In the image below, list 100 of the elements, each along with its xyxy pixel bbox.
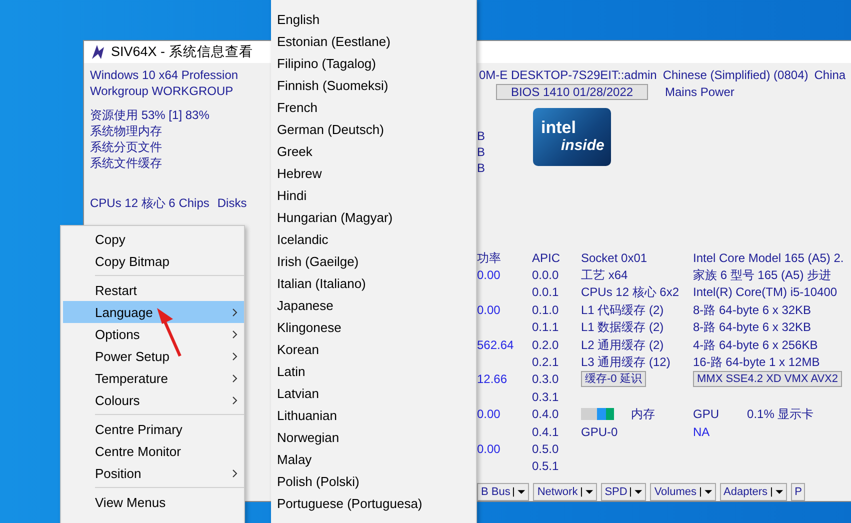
apic-text: 0.3.0	[532, 371, 559, 388]
system-info-text: Windows 10 x64 Profession	[90, 66, 240, 83]
unit-text: B	[477, 128, 486, 144]
info-text: L3 通用缓存 (12)	[581, 354, 670, 370]
unit-text: B	[477, 160, 486, 176]
language-menu-item[interactable]: Latvian	[271, 382, 476, 404]
apic-text: 0.0.0	[532, 267, 559, 283]
context-menu-item[interactable]: Restart	[63, 279, 244, 301]
language-menu-item[interactable]: Finnish (Suomeksi)	[271, 74, 476, 96]
info-button[interactable]: MMX SSE4.2 XD VMX AVX2	[693, 371, 842, 388]
apic-text: 0.2.0	[532, 336, 559, 353]
tagline-text: inside	[561, 136, 604, 155]
language-menu-item[interactable]: Polish (Polski)	[271, 470, 476, 492]
resource-text: 资源使用 53% [1] 83%	[90, 106, 210, 123]
apic-text: 0.1.0	[532, 302, 559, 318]
chevron-right-icon	[232, 468, 238, 478]
context-menu-item[interactable]: Copy	[63, 228, 244, 250]
resource-text: 系统分页文件	[90, 138, 163, 155]
value-text: 0.00	[477, 302, 500, 318]
language-menu-item[interactable]: French	[271, 96, 476, 118]
apic-text: 0.2.1	[532, 354, 559, 370]
info-text: 工艺 x64	[581, 267, 628, 283]
chevron-right-icon	[232, 374, 238, 382]
system-info-text: Chinese (Simplified) (0804)	[662, 66, 808, 83]
info-text: 16-路 64-byte 1 x 12MB	[693, 354, 820, 370]
language-menu-item[interactable]: Malay	[271, 448, 476, 470]
language-menu-item[interactable]: Hindi	[271, 184, 476, 206]
info-text: Intel Core Model 165 (A5) 2.	[693, 250, 844, 266]
toolbar-dropdown-button[interactable]: P	[790, 483, 805, 501]
language-menu-item[interactable]: Lithuanian	[271, 404, 476, 426]
unit-text: B	[477, 144, 486, 160]
toolbar-dropdown-button[interactable]: SPD	[600, 483, 646, 501]
hardware-summary-text: Disks	[217, 194, 247, 211]
toolbar-dropdown-button[interactable]: Network	[533, 483, 597, 501]
chevron-right-icon	[232, 352, 238, 360]
chevron-right-icon	[232, 330, 238, 338]
usage-meter-icon	[581, 408, 614, 420]
info-text: L1 数据缓存 (2)	[581, 319, 664, 336]
language-menu-item[interactable]: Norwegian	[271, 426, 476, 448]
language-menu-item[interactable]: Hebrew	[271, 162, 476, 184]
apic-text: 0.4.1	[532, 424, 559, 440]
context-menu-item[interactable]: Position	[63, 462, 244, 484]
system-info-text: Workgroup WORKGROUP	[90, 82, 234, 99]
context-menu-item[interactable]: Temperature	[63, 367, 244, 389]
dropdown-caret-icon	[630, 486, 644, 498]
language-menu-item[interactable]: Estonian (Eestlane)	[271, 30, 476, 52]
info-text: GPU	[693, 406, 720, 422]
info-text: Intel(R) Core(TM) i5-10400	[693, 284, 838, 300]
language-menu-item[interactable]: Klingonese	[271, 316, 476, 338]
info-text: 功率	[477, 250, 501, 266]
app-logo-icon	[90, 44, 106, 60]
chevron-right-icon	[232, 396, 238, 404]
language-menu-item[interactable]: English	[271, 8, 476, 30]
apic-text: 0.5.0	[532, 440, 559, 457]
toolbar-dropdown-button[interactable]: Adapters	[720, 483, 787, 501]
context-menu-item[interactable]: Language	[63, 301, 244, 323]
language-menu-item[interactable]: Italian (Italiano)	[271, 272, 476, 294]
info-text: 家族 6 型号 165 (A5) 步进	[693, 267, 832, 283]
language-menu-item[interactable]: Korean	[271, 338, 476, 360]
info-button[interactable]: 缓存-0 延识	[581, 371, 646, 388]
dropdown-caret-icon	[580, 486, 594, 498]
system-info-text: China	[814, 66, 846, 83]
language-menu-item[interactable]: Japanese	[271, 294, 476, 316]
bios-button[interactable]: BIOS 1410 01/28/2022	[496, 84, 648, 100]
info-text: 4-路 64-byte 6 x 256KB	[693, 336, 818, 353]
context-menu-item[interactable]: Power Setup	[63, 345, 244, 367]
hardware-summary-text: CPUs 12 核心 6 Chips	[90, 194, 210, 211]
context-menu-item[interactable]: Centre Primary	[63, 418, 244, 440]
info-text: Socket 0x01	[581, 250, 648, 266]
context-menu-item[interactable]: Options	[63, 323, 244, 345]
value-text: 0.00	[477, 267, 500, 283]
info-text: GPU-0	[581, 424, 618, 440]
value-text: 0.00	[477, 406, 500, 422]
toolbar-dropdown-button[interactable]: B Bus	[477, 483, 530, 501]
resource-text: 系统文件缓存	[90, 154, 163, 171]
language-menu-item[interactable]: Filipino (Tagalog)	[271, 52, 476, 74]
info-text: CPUs 12 核心 6x2	[581, 284, 680, 300]
language-menu-item[interactable]: Hungarian (Magyar)	[271, 206, 476, 228]
language-menu-item[interactable]: Greek	[271, 140, 476, 162]
language-menu-item[interactable]: German (Deutsch)	[271, 118, 476, 140]
info-text: 0.1% 显示卡	[747, 406, 814, 422]
apic-text: 0.0.1	[532, 284, 559, 300]
language-menu-item[interactable]: Latin	[271, 360, 476, 382]
info-text: 内存	[631, 406, 655, 422]
system-info-text: 0M-E DESKTOP-7S29EIT::admin	[479, 66, 657, 83]
context-menu-item[interactable]: View Menus	[63, 491, 244, 513]
value-text: 562.64	[477, 336, 514, 353]
info-text: L1 代码缓存 (2)	[581, 302, 664, 318]
context-menu-item[interactable]: Centre Monitor	[63, 440, 244, 462]
dropdown-caret-icon	[513, 486, 526, 498]
context-menu-item[interactable]: Colours	[63, 389, 244, 411]
power-source-text: Mains Power	[665, 84, 734, 100]
language-menu-item[interactable]: Icelandic	[271, 228, 476, 250]
language-menu-item[interactable]: Portuguese (Portuguesa)	[271, 492, 476, 514]
toolbar-dropdown-button[interactable]: Volumes	[650, 483, 716, 501]
dropdown-caret-icon	[770, 486, 784, 498]
info-text: L2 通用缓存 (2)	[581, 336, 664, 353]
language-menu-item[interactable]: Irish (Gaeilge)	[271, 250, 476, 272]
context-menu-item[interactable]: Copy Bitmap	[63, 250, 244, 272]
apic-text: 0.5.1	[532, 458, 559, 474]
